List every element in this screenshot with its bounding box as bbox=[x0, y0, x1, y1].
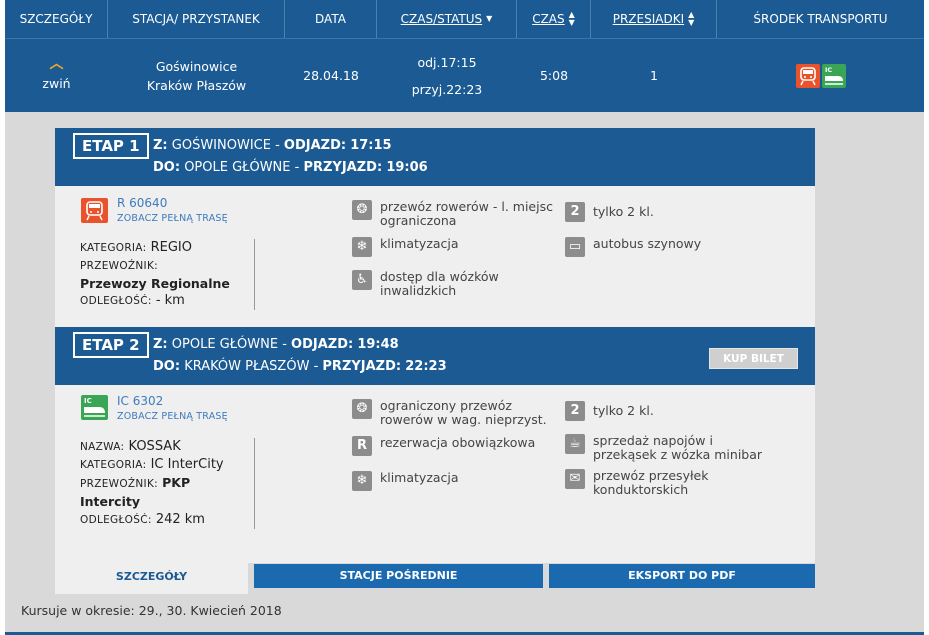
stage-2-train-number[interactable]: IC 6302 bbox=[117, 394, 163, 408]
stage-1-full-route-link[interactable]: ZOBACZ PEŁNĄ TRASĘ bbox=[117, 213, 228, 224]
stage-2-details: IC IC 6302 ZOBACZ PEŁNĄ TRASĘ NAZWA: KOS… bbox=[55, 385, 815, 563]
snowflake-icon: ❄ bbox=[352, 237, 372, 257]
stage-2-train-name: KOSSAK bbox=[128, 439, 181, 454]
connection-details-panel: ETAP 1 Z: GOŚWINOWICE - ODJAZD: 17:15 DO… bbox=[5, 112, 924, 635]
stage-2-category: IC InterCity bbox=[150, 457, 224, 472]
collapse-toggle[interactable]: ︿ zwiń bbox=[5, 39, 108, 112]
column-header-duration[interactable]: CZAS ▲ ▼ bbox=[517, 0, 591, 38]
column-header-time-status[interactable]: CZAS/STATUS ▼ bbox=[377, 0, 517, 38]
stage-1-arrival-line: DO: OPOLE GŁÓWNE - PRZYJAZD: 19:06 bbox=[153, 160, 428, 175]
column-header-station: STACJA/ PRZYSTANEK bbox=[108, 0, 285, 38]
svg-text:IC: IC bbox=[825, 66, 832, 74]
stage-1-category: REGIO bbox=[150, 240, 192, 255]
summary-transport-icons: IC bbox=[717, 39, 924, 112]
envelope-icon: ✉ bbox=[565, 469, 585, 489]
column-header-transfers[interactable]: PRZESIADKI ▲ ▼ bbox=[591, 0, 717, 38]
stage-2-label: ETAP 2 bbox=[73, 332, 149, 358]
svg-text:IC: IC bbox=[84, 397, 92, 405]
intercity-train-icon: IC bbox=[821, 63, 846, 88]
feature-wheelchair-access: ♿ dostęp dla wózków inwalidzkich bbox=[352, 270, 522, 298]
stage-2-header: ETAP 2 Z: OPOLE GŁÓWNE - ODJAZD: 19:48 D… bbox=[55, 327, 815, 385]
summary-duration: 5:08 bbox=[539, 68, 569, 83]
feature-reservation-required: R rezerwacja obowiązkowa bbox=[352, 436, 535, 456]
stage-1-carrier: Przewozy Regionalne bbox=[80, 276, 230, 291]
stage-1-info: KATEGORIA: REGIO PRZEWOŹNIK: Przewozy Re… bbox=[80, 239, 255, 310]
feature-air-conditioning: ❄ klimatyzacja bbox=[352, 237, 459, 257]
stage-1-details: R 60640 ZOBACZ PEŁNĄ TRASĘ KATEGORIA: RE… bbox=[55, 186, 815, 327]
second-class-icon: 2 bbox=[565, 401, 585, 421]
feature-second-class-only: 2 tylko 2 kl. bbox=[565, 202, 654, 222]
summary-transfers: 1 bbox=[650, 68, 658, 83]
stage-1-departure-line: Z: GOŚWINOWICE - ODJAZD: 17:15 bbox=[153, 138, 392, 153]
reservation-icon: R bbox=[352, 436, 372, 456]
tab-details[interactable]: SZCZEGÓŁY bbox=[55, 563, 248, 594]
stage-1-train-number[interactable]: R 60640 bbox=[117, 196, 167, 210]
chevron-up-icon: ︿ bbox=[49, 56, 64, 72]
feature-air-conditioning: ❄ klimatyzacja bbox=[352, 471, 459, 491]
stage-2-departure-line: Z: OPOLE GŁÓWNE - ODJAZD: 19:48 bbox=[153, 337, 399, 352]
stage-1-label: ETAP 1 bbox=[73, 133, 149, 159]
sort-toggle-icon: ▲ ▼ bbox=[568, 10, 575, 27]
buy-ticket-button[interactable]: KUP BILET bbox=[709, 348, 798, 369]
column-header-details: SZCZEGÓŁY bbox=[5, 0, 108, 38]
regio-train-icon bbox=[81, 198, 108, 223]
bike-icon: ❂ bbox=[352, 399, 372, 419]
operating-period-text: Kursuje w okresie: 29., 30. Kwiecień 201… bbox=[21, 603, 282, 618]
stage-2-full-route-link[interactable]: ZOBACZ PEŁNĄ TRASĘ bbox=[117, 411, 228, 422]
sort-desc-icon: ▼ bbox=[486, 14, 493, 23]
regio-train-icon bbox=[795, 63, 820, 88]
results-table-header: SZCZEGÓŁY STACJA/ PRZYSTANEK DATA CZAS/S… bbox=[5, 0, 924, 38]
summary-departure: odj.17:15 bbox=[417, 54, 477, 70]
stage-2-info: NAZWA: KOSSAK KATEGORIA: IC InterCity PR… bbox=[80, 438, 255, 529]
summary-station-to: Kraków Płaszów bbox=[146, 77, 247, 93]
wheelchair-icon: ♿ bbox=[352, 270, 372, 290]
tab-intermediate-stations[interactable]: STACJE POŚREDNIE bbox=[254, 564, 543, 588]
feature-railbus: ▭ autobus szynowy bbox=[565, 237, 701, 257]
intercity-train-icon: IC bbox=[81, 395, 108, 420]
railbus-icon: ▭ bbox=[565, 237, 585, 257]
feature-second-class-only: 2 tylko 2 kl. bbox=[565, 401, 654, 421]
stage-2-distance: 242 km bbox=[155, 512, 205, 527]
stage-1-header: ETAP 1 Z: GOŚWINOWICE - ODJAZD: 17:15 DO… bbox=[55, 128, 815, 186]
summary-stations: Goświnowice Kraków Płaszów bbox=[108, 39, 285, 112]
second-class-icon: 2 bbox=[565, 202, 585, 222]
column-header-date: DATA bbox=[285, 0, 377, 38]
stage-2-arrival-line: DO: KRAKÓW PŁASZÓW - PRZYJAZD: 22:23 bbox=[153, 359, 447, 374]
feature-minibar: ☕ sprzedaż napojów i przekąsek z wózka m… bbox=[565, 434, 775, 462]
bike-icon: ❂ bbox=[352, 200, 372, 220]
connection-summary-row: ︿ zwiń Goświnowice Kraków Płaszów 28.04.… bbox=[5, 38, 924, 112]
feature-bikes-limited: ❂ przewóz rowerów - l. miejsc ograniczon… bbox=[352, 200, 562, 228]
summary-station-from: Goświnowice bbox=[155, 58, 238, 74]
minibar-icon: ☕ bbox=[565, 434, 585, 454]
summary-date: 28.04.18 bbox=[303, 68, 359, 83]
summary-arrival: przyj.22:23 bbox=[411, 81, 483, 97]
feature-conductor-parcels: ✉ przewóz przesyłek konduktorskich bbox=[565, 469, 745, 497]
tab-export-pdf[interactable]: EKSPORT DO PDF bbox=[549, 564, 815, 588]
collapse-label: zwiń bbox=[42, 76, 71, 91]
sort-toggle-icon: ▲ ▼ bbox=[688, 10, 695, 27]
feature-bikes-restricted: ❂ ograniczony przewóz rowerów w wag. nie… bbox=[352, 399, 552, 427]
column-header-transport: ŚRODEK TRANSPORTU bbox=[753, 12, 888, 26]
stage-1-distance: - km bbox=[155, 293, 185, 308]
snowflake-icon: ❄ bbox=[352, 471, 372, 491]
summary-times: odj.17:15 przyj.22:23 bbox=[377, 39, 517, 112]
